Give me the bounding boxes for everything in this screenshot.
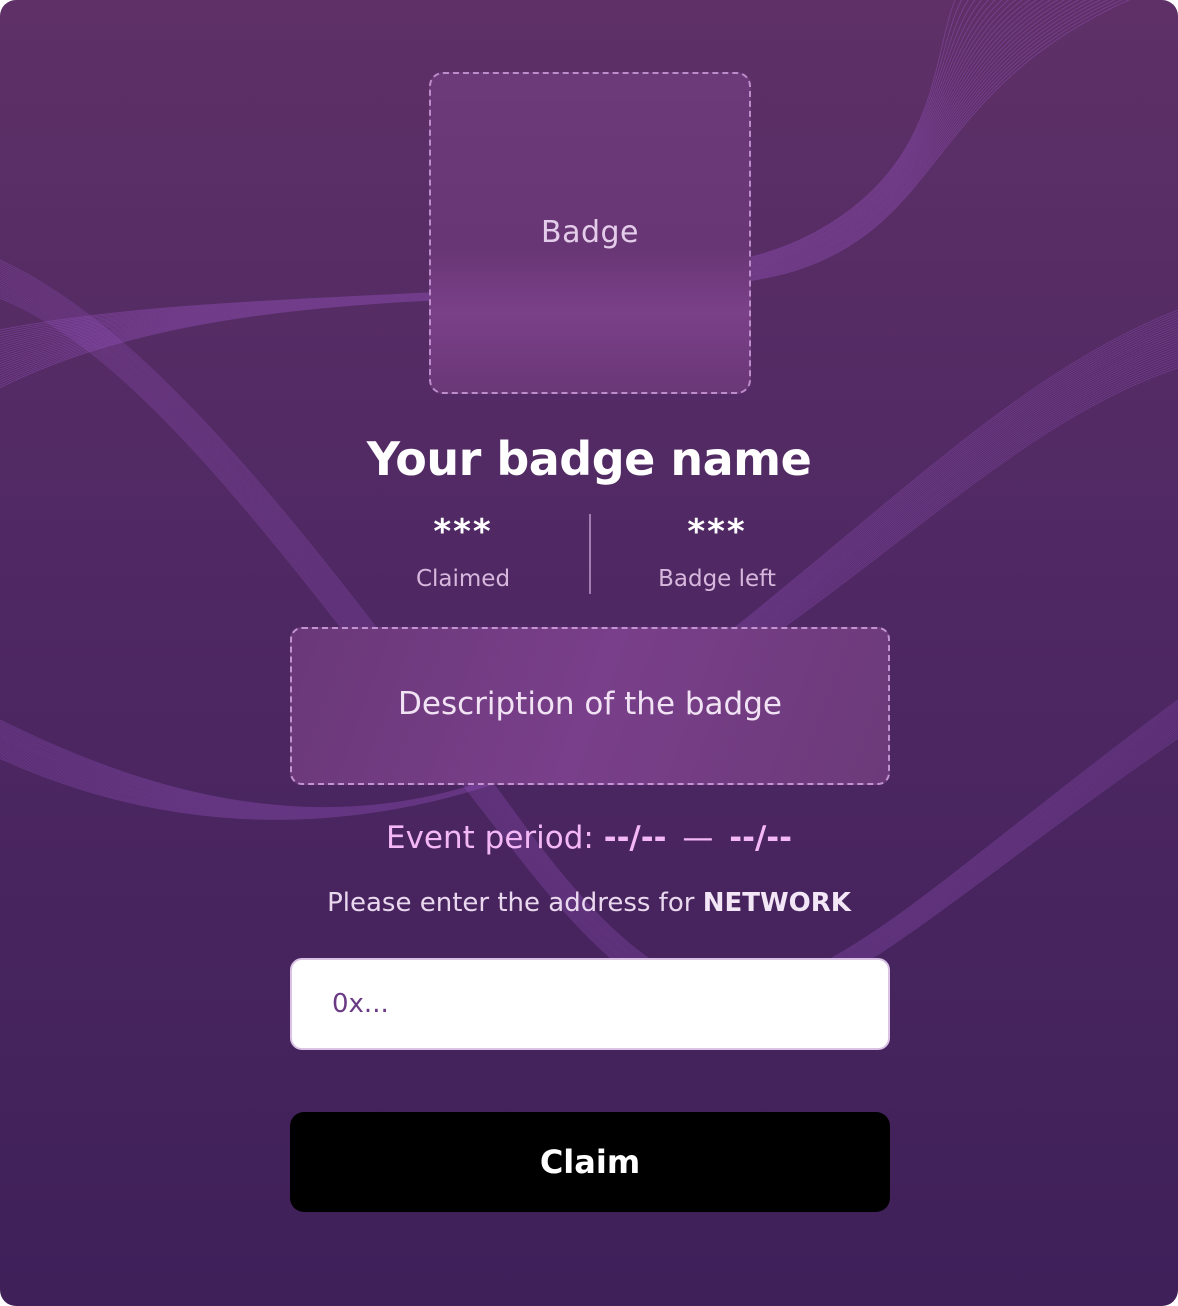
badge-image-placeholder: Badge (429, 72, 751, 394)
badge-description: Description of the badge (398, 686, 782, 722)
claim-badge-card: Badge Your badge name *** Claimed *** Ba… (0, 0, 1178, 1306)
event-period-label: Event period: (385, 820, 594, 856)
badge-placeholder-label: Badge (540, 215, 639, 250)
network-prompt: Please enter the address for NETWORK (0, 888, 1178, 918)
claimed-count: *** (433, 512, 493, 552)
badge-left-label: Badge left (658, 566, 776, 592)
stat-badge-left: *** Badge left (597, 510, 837, 592)
stat-claimed: *** Claimed (343, 510, 583, 592)
badge-left-count: *** (687, 512, 747, 552)
network-name: NETWORK (702, 888, 851, 918)
network-prompt-text: Please enter the address for (327, 888, 695, 918)
event-date-separator: — (682, 820, 714, 856)
claimed-label: Claimed (415, 566, 511, 592)
event-period: Event period: --/-- — --/-- (0, 820, 1178, 856)
event-end-date: --/-- (729, 820, 793, 856)
badge-name-title: Your badge name (366, 432, 812, 486)
event-start-date: --/-- (603, 820, 667, 856)
stats-divider (589, 514, 591, 594)
badge-description-box: Description of the badge (290, 627, 890, 785)
wallet-address-input[interactable] (290, 958, 890, 1050)
claim-button[interactable]: Claim (290, 1112, 890, 1212)
